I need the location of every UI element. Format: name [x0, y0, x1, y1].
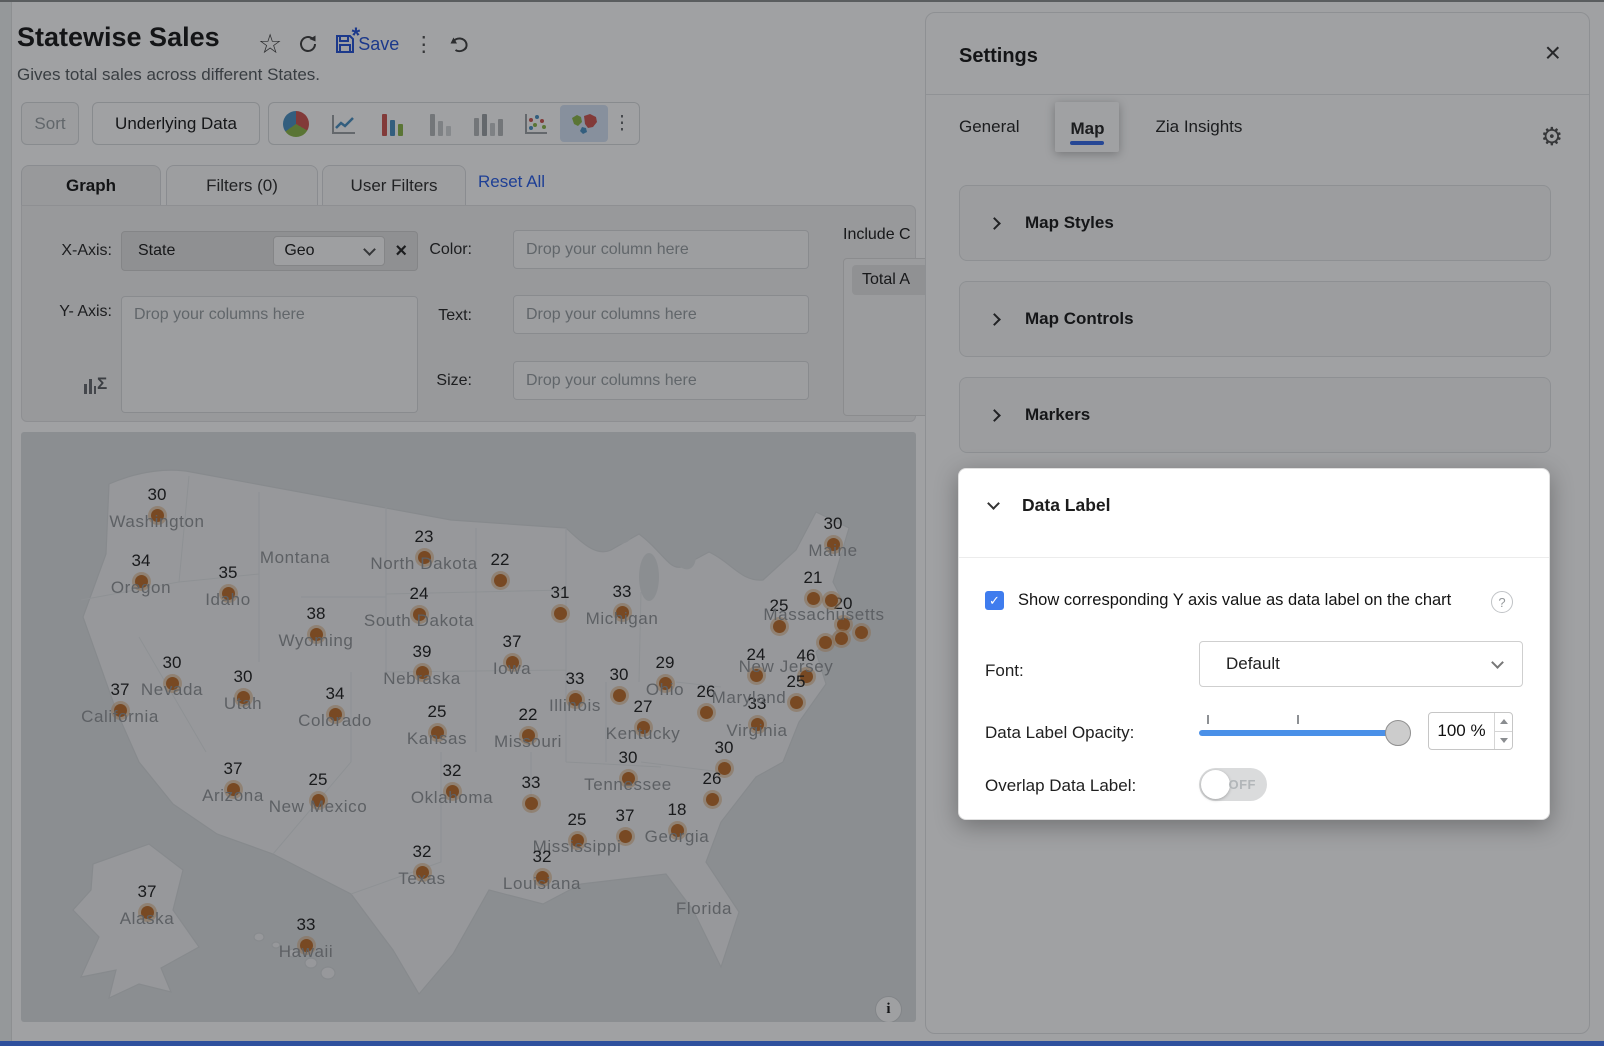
toggle-state-text: OFF [1229, 777, 1257, 792]
overlap-label: Overlap Data Label: [985, 776, 1136, 796]
toggle-knob [1201, 770, 1230, 799]
chevron-down-icon [1491, 656, 1504, 669]
opacity-value: 100 % [1429, 713, 1494, 749]
data-label-accordion-header[interactable]: Data Label [989, 495, 1111, 516]
data-label-title: Data Label [1022, 495, 1111, 516]
opacity-spinner [1494, 713, 1512, 749]
overlap-toggle[interactable]: OFF [1199, 768, 1267, 801]
slider-handle[interactable] [1385, 720, 1411, 746]
font-select[interactable]: Default [1199, 641, 1523, 687]
opacity-label: Data Label Opacity: [985, 723, 1134, 743]
slider-tick [1207, 715, 1209, 724]
app-window: Statewise Sales ☆ * Save ⋮ Gives total s… [0, 0, 1604, 1046]
show-data-label-text: Show corresponding Y axis value as data … [1018, 591, 1451, 610]
opacity-slider[interactable] [1199, 709, 1399, 753]
slider-track[interactable] [1199, 730, 1391, 736]
spinner-down-icon[interactable] [1495, 732, 1512, 750]
font-select-value: Default [1226, 654, 1280, 674]
spinner-up-icon[interactable] [1495, 713, 1512, 732]
divider [959, 557, 1549, 558]
section-data-label: Data Label ✓ Show corresponding Y axis v… [958, 468, 1550, 820]
help-icon[interactable]: ? [1491, 591, 1513, 613]
chevron-down-icon [987, 497, 1000, 510]
font-label: Font: [985, 661, 1024, 681]
slider-tick [1297, 715, 1299, 724]
show-data-label-checkbox[interactable]: ✓ [985, 591, 1004, 610]
opacity-input[interactable]: 100 % [1428, 712, 1513, 750]
